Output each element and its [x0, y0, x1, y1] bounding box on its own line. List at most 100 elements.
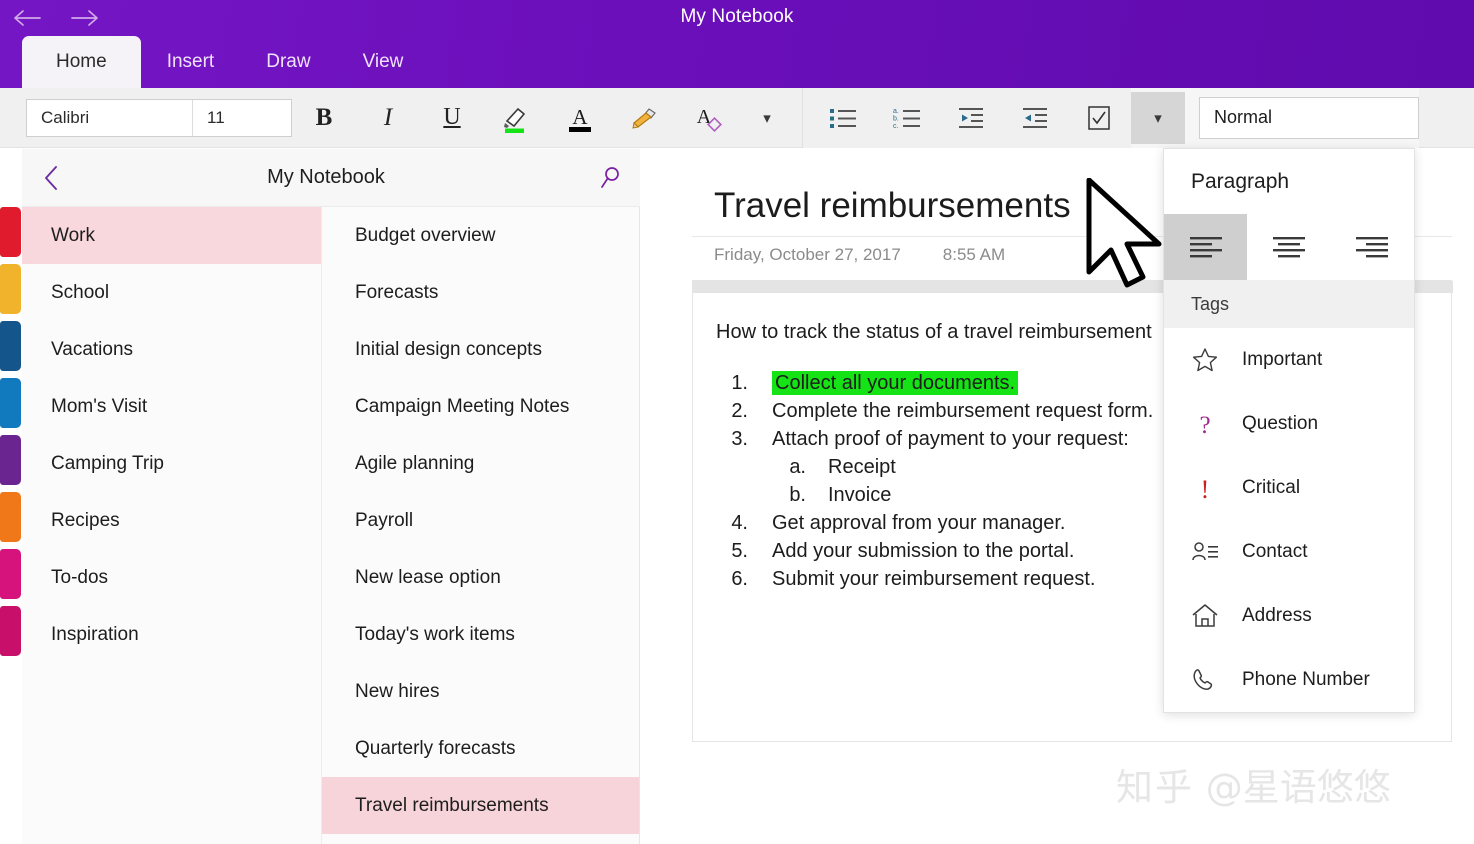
tag-label: Important [1242, 349, 1323, 370]
font-name-input[interactable]: Calibri [27, 99, 193, 136]
tab-home-label: Home [56, 51, 107, 72]
list-item[interactable]: Campaign Meeting Notes [322, 378, 639, 435]
list-item[interactable]: Forecasts [322, 264, 639, 321]
tag-item-phone-number[interactable]: Phone Number [1164, 648, 1414, 712]
page-label: Today's work items [355, 623, 515, 645]
highlighter-button[interactable] [484, 92, 548, 144]
section-color-strip [0, 207, 22, 667]
numbered-list-icon: a. b. c. [893, 108, 920, 130]
list-marker: a. [789, 455, 806, 478]
list-item-travel-reimbursements[interactable]: Travel reimbursements [322, 777, 639, 834]
list-item[interactable]: Initial design concepts [322, 321, 639, 378]
tag-label: Phone Number [1242, 669, 1370, 690]
page-label: Initial design concepts [355, 338, 542, 360]
list-marker: 1. [731, 371, 748, 394]
align-right-icon [1356, 237, 1389, 258]
tab-insert-label: Insert [166, 51, 215, 72]
font-more-button[interactable]: ▾ [740, 92, 794, 144]
bulleted-list-button[interactable] [811, 92, 875, 144]
underline-label: U [443, 104, 461, 130]
list-marker: 3. [731, 427, 748, 450]
alignment-button-row [1164, 214, 1414, 280]
numbered-list-button[interactable]: a. b. c. [875, 92, 939, 144]
font-size-input[interactable]: 11 [193, 100, 291, 136]
search-button[interactable] [582, 149, 640, 207]
note-intro-text: How to track the status of a travel reim… [716, 321, 1152, 343]
section-color-tab [0, 321, 21, 371]
sidebar-item-camping-trip[interactable]: Camping Trip [22, 435, 321, 492]
exclamation-icon: ! [1188, 474, 1222, 502]
sidebar-item-vacations[interactable]: Vacations [22, 321, 321, 378]
list-item[interactable]: New lease option [322, 549, 639, 606]
tab-home[interactable]: Home [22, 36, 141, 88]
bold-label: B [315, 103, 333, 131]
list-text: Invoice [828, 483, 892, 506]
align-right-button[interactable] [1331, 214, 1414, 280]
sidebar-item-moms-visit[interactable]: Mom's Visit [22, 378, 321, 435]
format-painter-button[interactable] [612, 92, 676, 144]
tag-item-address[interactable]: Address [1164, 584, 1414, 648]
page-title[interactable]: Travel reimbursements [714, 186, 1071, 226]
page-label: New hires [355, 680, 440, 702]
align-center-button[interactable] [1247, 214, 1330, 280]
list-item[interactable]: Quarterly forecasts [322, 720, 639, 777]
svg-text:?: ? [1199, 412, 1210, 438]
tag-item-important[interactable]: Important [1164, 328, 1414, 392]
paragraph-header-label: Paragraph [1191, 169, 1290, 193]
sidebar-item-recipes[interactable]: Recipes [22, 492, 321, 549]
list-item[interactable]: Payroll [322, 492, 639, 549]
section-color-tab [0, 435, 21, 485]
italic-button[interactable]: I [356, 92, 420, 144]
sidebar-item-work[interactable]: Work [22, 207, 321, 264]
tag-item-question[interactable]: ? Question [1164, 392, 1414, 456]
page-label: Forecasts [355, 281, 439, 303]
format-painter-icon [632, 107, 656, 129]
section-color-tab [0, 264, 21, 314]
tag-label: Address [1242, 605, 1312, 626]
tag-item-critical[interactable]: ! Critical [1164, 456, 1414, 520]
svg-text:b.: b. [893, 115, 899, 122]
tab-draw[interactable]: Draw [240, 36, 336, 88]
tag-item-contact[interactable]: Contact [1164, 520, 1414, 584]
section-label: Mom's Visit [51, 395, 148, 417]
page-label: Budget overview [355, 224, 496, 246]
underline-button[interactable]: U [420, 92, 484, 144]
bold-button[interactable]: B [292, 92, 356, 144]
list-marker: 2. [731, 399, 748, 422]
tab-view[interactable]: View [337, 36, 430, 88]
forward-arrow-icon[interactable] [56, 0, 112, 36]
sidebar-item-inspiration[interactable]: Inspiration [22, 606, 321, 663]
tag-label: Critical [1242, 477, 1301, 498]
notebook-back-button[interactable] [22, 149, 80, 207]
list-text: Collect all your documents. [772, 370, 1019, 395]
back-arrow-icon[interactable] [0, 0, 56, 36]
list-item[interactable]: Budget overview [322, 207, 639, 264]
paragraph-expand-button[interactable]: ▾ [1131, 91, 1185, 144]
page-label: Travel reimbursements [355, 794, 549, 816]
tab-insert[interactable]: Insert [141, 36, 241, 88]
paragraph-expand-group: ▾ Normal [1131, 87, 1419, 148]
increase-indent-button[interactable] [1003, 92, 1067, 144]
style-selector[interactable]: Normal [1199, 96, 1419, 139]
contact-icon [1188, 538, 1222, 566]
search-icon [601, 166, 619, 188]
decrease-indent-button[interactable] [939, 92, 1003, 144]
sidebar-item-school[interactable]: School [22, 264, 321, 321]
clear-formatting-button[interactable]: A [676, 92, 740, 144]
section-color-tab [0, 207, 21, 257]
increase-indent-icon [1023, 107, 1047, 128]
section-color-tab [0, 492, 21, 542]
sidebar-item-to-dos[interactable]: To-dos [22, 549, 321, 606]
star-icon [1188, 346, 1222, 374]
list-item[interactable]: New hires [322, 663, 639, 720]
list-item[interactable]: Today's work items [322, 606, 639, 663]
font-color-icon: A [569, 105, 591, 132]
page-label: New lease option [355, 566, 501, 588]
tag-label: Question [1242, 413, 1319, 434]
align-left-button[interactable] [1164, 214, 1248, 280]
font-color-button[interactable]: A [548, 92, 612, 144]
navigation-arrows [0, 0, 112, 36]
todo-checkbox-button[interactable] [1067, 92, 1131, 144]
list-marker: b. [789, 483, 806, 506]
list-item[interactable]: Agile planning [322, 435, 639, 492]
